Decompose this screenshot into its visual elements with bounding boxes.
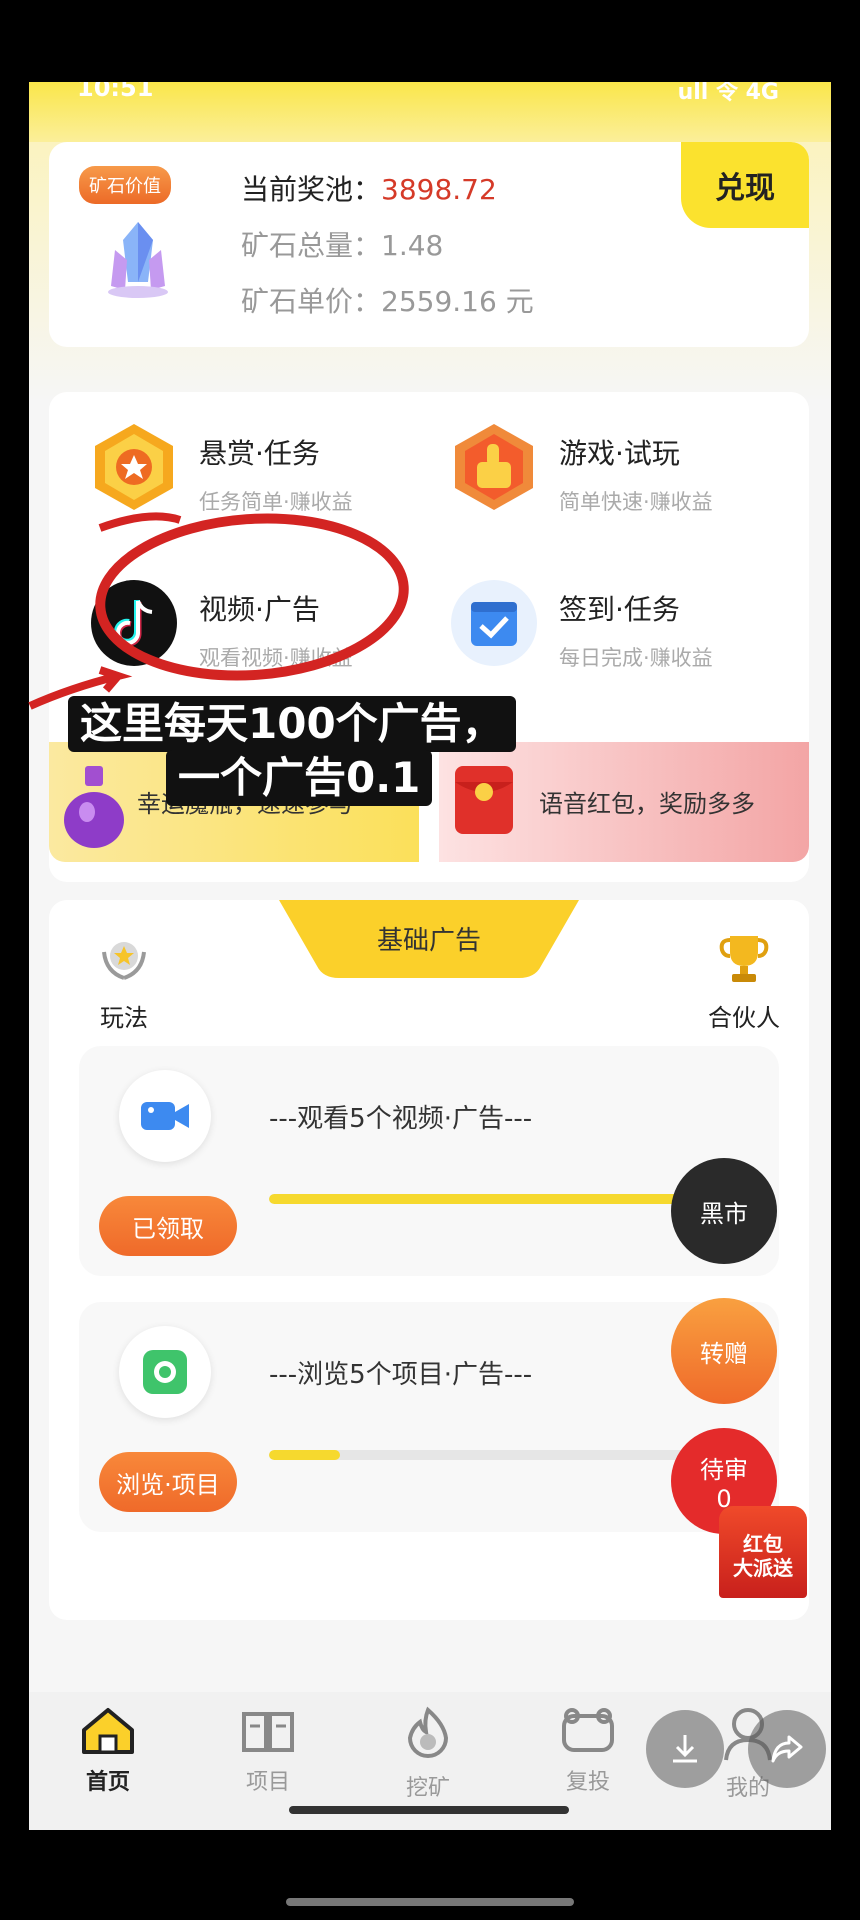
black-market-button[interactable]: 黑市 — [671, 1158, 777, 1264]
partner-label: 合伙人 — [708, 1004, 780, 1032]
ore-price-label: 矿石单价： — [241, 285, 382, 318]
bounty-star-icon — [95, 424, 173, 510]
ore-price-value: 2559.16 元 — [381, 285, 534, 318]
magic-bottle-icon — [64, 766, 124, 848]
withdraw-button[interactable]: 兑现 — [681, 142, 809, 228]
ad-progress-bar — [269, 1194, 739, 1204]
task-grid-card: 悬赏·任务 任务简单·赚收益 游戏·试玩 简单快速·赚收益 视频·广告 观看视频… — [49, 392, 809, 882]
fire-icon — [407, 1706, 449, 1758]
camera-icon-wrap — [119, 1326, 211, 1418]
ad-progress-bar — [269, 1450, 739, 1460]
status-time: 10:51 — [77, 82, 154, 102]
ore-total-line: 矿石总量：1.48 — [241, 224, 443, 264]
video-camera-icon-wrap — [119, 1070, 211, 1162]
promo-right-text: 语音红包，奖励多多 — [539, 790, 755, 818]
pool-label: 当前奖池： — [241, 173, 382, 206]
pool-value: 3898.72 — [381, 173, 497, 206]
gameplay-button[interactable]: 玩法 — [69, 930, 179, 1033]
task-title: 悬赏·任务 — [199, 437, 320, 470]
task-subtitle: 简单快速·赚收益 — [559, 490, 713, 514]
task-subtitle: 任务简单·赚收益 — [199, 490, 353, 514]
app-screen: 10:51 ull 令 4G 矿石价值 当前奖池：3898.72 矿石总量：1.… — [29, 82, 831, 1830]
voice-red-packet-banner[interactable]: 语音红包，奖励多多 — [439, 742, 809, 862]
nav-label: 首页 — [85, 1770, 130, 1795]
reinvest-icon — [562, 1708, 614, 1752]
camera-icon — [143, 1350, 187, 1394]
red-packet-line2: 大派送 — [733, 1556, 793, 1580]
download-button[interactable] — [646, 1710, 724, 1788]
nav-label: 复投 — [565, 1770, 610, 1795]
task-title: 签到·任务 — [559, 593, 680, 626]
laurel-icon — [102, 942, 146, 980]
basic-ads-tab-label: 基础广告 — [376, 926, 481, 956]
browse-projects-button[interactable]: 浏览·项目 — [99, 1452, 237, 1512]
share-icon — [771, 1735, 803, 1763]
nav-label: 挖矿 — [405, 1776, 450, 1801]
ore-total-label: 矿石总量： — [241, 229, 382, 262]
partner-button[interactable]: 合伙人 — [689, 930, 799, 1033]
claimed-button[interactable]: 已领取 — [99, 1196, 237, 1256]
transfer-label: 转赠 — [700, 1339, 748, 1368]
book-icon — [242, 1712, 294, 1752]
ore-value-badge: 矿石价值 — [79, 166, 171, 204]
task-checkin[interactable]: 签到·任务 每日完成·赚收益 — [449, 578, 789, 678]
nav-mining[interactable]: 挖矿 — [373, 1706, 483, 1802]
nav-reinvest[interactable]: 复投 — [533, 1706, 643, 1796]
black-market-label: 黑市 — [700, 1199, 748, 1228]
video-camera-icon — [141, 1102, 189, 1130]
home-indicator — [289, 1806, 569, 1814]
home-icon — [82, 1708, 134, 1754]
game-thumb-icon — [455, 424, 533, 510]
ore-price-line: 矿石单价：2559.16 元 — [241, 280, 534, 320]
download-icon — [673, 1735, 697, 1763]
pending-label: 待审 — [700, 1455, 748, 1484]
red-packet-icon — [455, 766, 513, 834]
crystal-icon — [108, 222, 168, 298]
task-game[interactable]: 游戏·试玩 简单快速·赚收益 — [449, 422, 789, 522]
ad-row-desc: ---浏览5个项目·广告--- — [269, 1360, 533, 1390]
ad-row-video: 已领取 ---观看5个视频·广告--- — [79, 1046, 779, 1276]
gameplay-label: 玩法 — [100, 1004, 148, 1032]
task-video-ad[interactable]: 视频·广告 观看视频·赚收益 — [89, 578, 429, 678]
share-button[interactable] — [748, 1710, 826, 1788]
pool-line: 当前奖池：3898.72 — [241, 168, 497, 208]
red-packet-line1: 红包 — [743, 1532, 783, 1556]
calendar-check-icon — [451, 580, 537, 666]
task-title: 视频·广告 — [199, 593, 320, 626]
trophy-icon — [719, 936, 769, 982]
transfer-button[interactable]: 转赠 — [671, 1298, 777, 1404]
ore-total-value: 1.48 — [381, 229, 444, 262]
caption-line-2: 一个广告0.1 — [166, 750, 433, 806]
nav-projects[interactable]: 项目 — [213, 1706, 323, 1796]
tiktok-icon — [91, 580, 177, 666]
status-bar: 10:51 ull 令 4G — [29, 82, 831, 142]
ad-progress-fill — [269, 1194, 739, 1204]
nav-label: 项目 — [245, 1770, 290, 1795]
task-subtitle: 观看视频·赚收益 — [199, 646, 353, 670]
caption-line-1: 这里每天100个广告， — [68, 696, 516, 752]
task-subtitle: 每日完成·赚收益 — [559, 646, 713, 670]
outer-home-indicator — [286, 1898, 574, 1906]
task-bounty[interactable]: 悬赏·任务 任务简单·赚收益 — [89, 422, 429, 522]
ore-pool-card: 矿石价值 当前奖池：3898.72 矿石总量：1.48 矿石单价：2559.16… — [49, 142, 809, 347]
ad-row-desc: ---观看5个视频·广告--- — [269, 1104, 533, 1134]
status-icons: ull 令 4G — [677, 82, 779, 105]
nav-home[interactable]: 首页 — [53, 1706, 163, 1796]
red-packet-giveaway-button[interactable]: 红包 大派送 — [719, 1506, 807, 1598]
ad-progress-fill — [269, 1450, 340, 1460]
task-title: 游戏·试玩 — [559, 437, 680, 470]
